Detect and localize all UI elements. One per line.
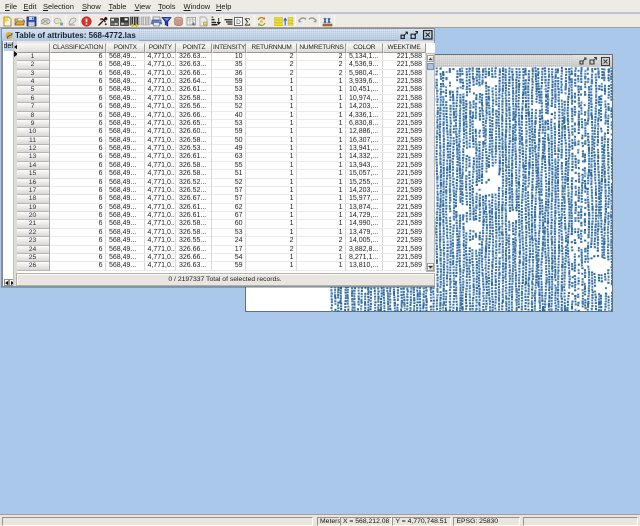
- svg-text:Σ: Σ: [244, 16, 250, 27]
- svg-text:D: D: [236, 19, 241, 26]
